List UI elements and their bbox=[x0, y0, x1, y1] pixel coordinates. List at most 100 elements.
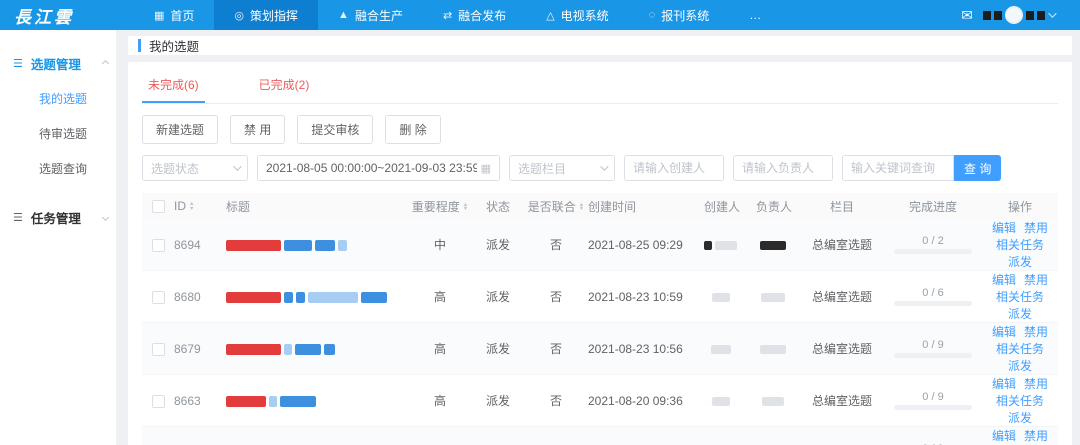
owner-field-wrap bbox=[733, 155, 833, 181]
delete-button[interactable]: 删 除 bbox=[385, 115, 441, 144]
action-link-dispatch[interactable]: 派发 bbox=[1008, 255, 1032, 269]
tab-finished[interactable]: 已完成(2) bbox=[253, 66, 316, 103]
date-range-picker[interactable]: ▦ bbox=[257, 155, 500, 181]
row-title-redacted[interactable] bbox=[226, 219, 408, 271]
home-grid-icon: ▦ bbox=[154, 9, 165, 22]
row-title-redacted[interactable] bbox=[226, 426, 408, 445]
redacted-text-block bbox=[226, 395, 266, 407]
row-progress: 0 / 6 bbox=[884, 270, 982, 323]
sort-icon[interactable]: ▲ ▼ bbox=[579, 202, 584, 212]
action-link-disable[interactable]: 禁用 bbox=[1024, 429, 1048, 443]
row-progress: 0 / 2 bbox=[884, 219, 982, 271]
action-link-related-tasks[interactable]: 相关任务 bbox=[996, 342, 1044, 356]
submit-review-button[interactable]: 提交审核 bbox=[297, 115, 374, 144]
sidebar-group-topic-management[interactable]: ☰ 选题管理 bbox=[0, 46, 116, 81]
sort-icon[interactable]: ▲ ▼ bbox=[463, 202, 468, 212]
keyword-input[interactable] bbox=[851, 161, 945, 175]
chevron-down-icon bbox=[233, 162, 242, 171]
action-link-related-tasks[interactable]: 相关任务 bbox=[996, 238, 1044, 252]
progress-bar bbox=[894, 405, 972, 410]
nav-item-planning-command[interactable]: ◎ 策划指挥 bbox=[214, 0, 319, 30]
col-header-importance[interactable]: 重要程度 ▲ ▼ bbox=[408, 193, 472, 219]
row-title-redacted[interactable] bbox=[226, 270, 408, 323]
row-importance: 高 bbox=[408, 270, 472, 323]
row-creator-redacted bbox=[696, 219, 748, 271]
title-accent-bar bbox=[138, 39, 141, 52]
action-link-dispatch[interactable]: 派发 bbox=[1008, 359, 1032, 373]
nav-item-fusion-production[interactable]: ▲ 融合生产 bbox=[318, 0, 423, 30]
row-checkbox[interactable] bbox=[151, 342, 165, 356]
redacted-text-block bbox=[284, 291, 293, 303]
row-importance: 高 bbox=[408, 426, 472, 445]
row-title-redacted[interactable] bbox=[226, 374, 408, 427]
press-icon: ◌ bbox=[648, 9, 656, 21]
row-checkbox[interactable] bbox=[151, 394, 165, 408]
row-checkbox[interactable] bbox=[151, 238, 165, 252]
sidebar-item-my-topics[interactable]: 我的选题 bbox=[0, 81, 116, 116]
mail-icon[interactable]: ✉ bbox=[961, 7, 973, 24]
action-link-dispatch[interactable]: 派发 bbox=[1008, 411, 1032, 425]
row-owner-redacted bbox=[748, 219, 800, 271]
action-link-edit[interactable]: 编辑 bbox=[992, 273, 1016, 287]
action-link-dispatch[interactable]: 派发 bbox=[1008, 307, 1032, 321]
col-header-owner: 负责人 bbox=[748, 193, 800, 219]
redacted-text-block bbox=[284, 343, 292, 355]
sidebar-item-topic-search[interactable]: 选题查询 bbox=[0, 151, 116, 186]
action-link-related-tasks[interactable]: 相关任务 bbox=[996, 290, 1044, 304]
sort-icon[interactable]: ▲ ▼ bbox=[189, 202, 194, 211]
select-all-checkbox[interactable] bbox=[151, 200, 165, 214]
nav-item-more[interactable]: … bbox=[729, 0, 781, 30]
nav-item-tv-system[interactable]: △ 电视系统 bbox=[526, 0, 628, 30]
sidebar: ☰ 选题管理 我的选题 待审选题 选题查询 ☰ 任务管理 bbox=[0, 30, 116, 445]
action-link-edit[interactable]: 编辑 bbox=[992, 377, 1016, 391]
redacted-username-block bbox=[1026, 10, 1034, 20]
owner-input[interactable] bbox=[742, 161, 824, 175]
sidebar-group-task-management[interactable]: ☰ 任务管理 bbox=[0, 200, 116, 235]
col-header-column: 栏目 bbox=[800, 193, 884, 219]
row-title-redacted[interactable] bbox=[226, 322, 408, 375]
col-header-id[interactable]: ID ▲ ▼ bbox=[174, 193, 226, 219]
action-link-edit[interactable]: 编辑 bbox=[992, 221, 1016, 235]
row-creator-redacted bbox=[696, 426, 748, 445]
progress-bar bbox=[894, 353, 972, 358]
action-link-disable[interactable]: 禁用 bbox=[1024, 377, 1048, 391]
topic-status-select[interactable]: 选题状态 bbox=[142, 155, 248, 181]
tab-bar: 未完成(6) 已完成(2) bbox=[142, 66, 1058, 104]
nav-item-label: 报刊系统 bbox=[661, 8, 710, 23]
action-link-edit[interactable]: 编辑 bbox=[992, 325, 1016, 339]
date-range-input[interactable] bbox=[266, 161, 477, 175]
topic-column-select[interactable]: 选题栏目 bbox=[509, 155, 615, 181]
nav-item-home[interactable]: ▦ 首页 bbox=[134, 0, 214, 30]
row-status: 派发 bbox=[472, 322, 524, 375]
more-icon: … bbox=[749, 8, 762, 22]
action-link-disable[interactable]: 禁用 bbox=[1024, 273, 1048, 287]
redacted-text-block bbox=[324, 343, 335, 355]
row-importance: 高 bbox=[408, 322, 472, 375]
row-checkbox[interactable] bbox=[151, 290, 165, 304]
select-placeholder: 选题栏目 bbox=[518, 161, 567, 176]
row-joint: 否 bbox=[524, 426, 588, 445]
disable-button[interactable]: 禁 用 bbox=[230, 115, 286, 144]
row-column: 总编室选题 bbox=[800, 374, 884, 427]
action-link-disable[interactable]: 禁用 bbox=[1024, 325, 1048, 339]
search-button[interactable]: 查 询 bbox=[954, 155, 1002, 181]
action-link-disable[interactable]: 禁用 bbox=[1024, 221, 1048, 235]
col-header-joint[interactable]: 是否联合 ▲ ▼ bbox=[524, 193, 588, 219]
calendar-icon: ▦ bbox=[480, 162, 491, 175]
sidebar-item-pending-topics[interactable]: 待审选题 bbox=[0, 116, 116, 151]
row-created-time: 2021-08-20 09:34 bbox=[588, 426, 696, 445]
nav-item-fusion-publish[interactable]: ⇄ 融合发布 bbox=[423, 0, 526, 30]
user-menu[interactable] bbox=[983, 6, 1057, 24]
action-link-edit[interactable]: 编辑 bbox=[992, 429, 1016, 443]
nav-item-press-system[interactable]: ◌ 报刊系统 bbox=[629, 0, 730, 30]
redacted-text-block bbox=[710, 344, 731, 354]
row-creator-redacted bbox=[696, 374, 748, 427]
row-column: 总编室选题 bbox=[800, 322, 884, 375]
chevron-down-icon bbox=[600, 162, 609, 171]
row-column: 总编室选题 bbox=[800, 426, 884, 445]
new-topic-button[interactable]: 新建选题 bbox=[142, 115, 219, 144]
creator-input[interactable] bbox=[633, 161, 715, 175]
tv-icon: △ bbox=[546, 9, 555, 22]
action-link-related-tasks[interactable]: 相关任务 bbox=[996, 394, 1044, 408]
tab-unfinished[interactable]: 未完成(6) bbox=[142, 66, 205, 103]
